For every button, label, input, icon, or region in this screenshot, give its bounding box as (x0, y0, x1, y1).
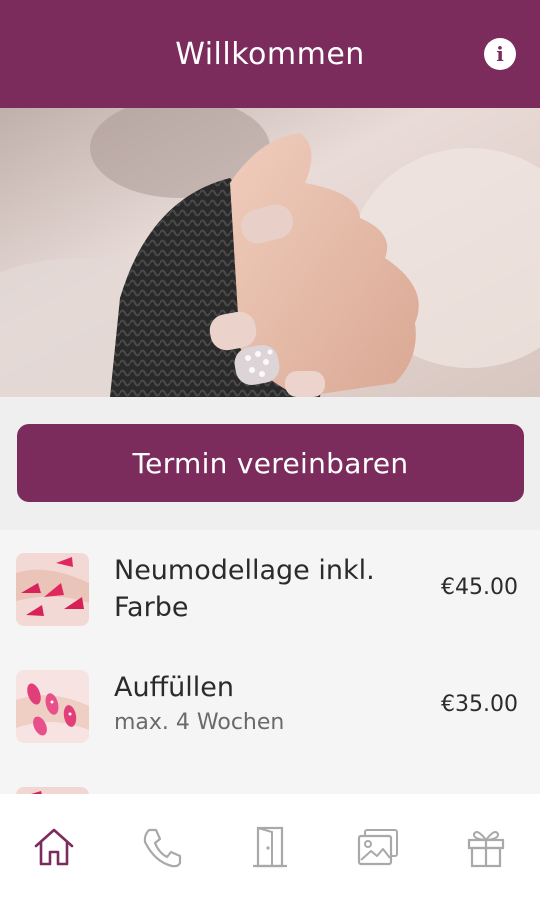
page-title: Willkommen (175, 36, 365, 72)
nav-gallery[interactable] (324, 794, 432, 900)
nav-door[interactable] (216, 794, 324, 900)
door-icon (253, 826, 287, 868)
service-item[interactable] (0, 764, 540, 794)
nav-home[interactable] (0, 794, 108, 900)
partially-visible-nails-image (16, 787, 89, 794)
service-name: Neumodellage inkl. Farbe (114, 555, 375, 623)
nav-gift[interactable] (432, 794, 540, 900)
top-app-bar: Willkommen i (0, 0, 540, 108)
app-screen: Willkommen i Termin vereinbaren Neumodel… (0, 0, 540, 900)
service-price: €45.00 (441, 575, 518, 600)
info-glyph: i (496, 42, 504, 66)
home-icon (34, 828, 74, 866)
service-item[interactable]: Neumodellage inkl. Farbe €45.00 (0, 530, 540, 647)
gift-icon (467, 831, 505, 868)
pink-stiletto-nails-image (16, 553, 89, 626)
service-thumbnail (16, 787, 89, 794)
hero-image (0, 108, 540, 397)
service-item[interactable]: Auffüllen max. 4 Wochen €35.00 (0, 647, 540, 764)
service-thumbnail (16, 553, 89, 626)
service-thumbnail (16, 670, 89, 743)
hero-illustration (0, 108, 540, 397)
book-appointment-button[interactable]: Termin vereinbaren (17, 424, 524, 502)
service-list[interactable]: Neumodellage inkl. Farbe €45.00 Auffülle… (0, 530, 540, 794)
service-subtitle: max. 4 Wochen (114, 710, 285, 735)
service-name: Auffüllen (114, 672, 235, 703)
info-icon[interactable]: i (484, 38, 516, 70)
service-price: €35.00 (441, 692, 518, 717)
nav-phone[interactable] (108, 794, 216, 900)
pink-nails-image (16, 670, 89, 743)
phone-icon (143, 828, 182, 868)
bottom-navigation (0, 794, 540, 900)
gallery-icon (357, 829, 398, 866)
cta-section: Termin vereinbaren (0, 397, 540, 530)
book-appointment-label: Termin vereinbaren (132, 446, 409, 480)
